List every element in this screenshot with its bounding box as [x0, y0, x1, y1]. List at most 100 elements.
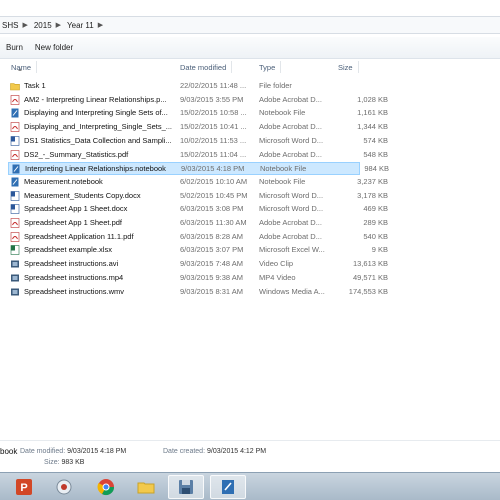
file-date-modified: 5/02/2015 10:45 PM — [180, 190, 248, 200]
chrome-icon[interactable] — [88, 475, 124, 499]
explorer-icon[interactable] — [168, 475, 204, 499]
file-row[interactable]: DS1 Statistics_Data Collection and Sampl… — [8, 135, 388, 148]
breadcrumb-year11[interactable]: Year 11 — [67, 21, 94, 30]
file-row[interactable]: Interpreting Linear Relationships.notebo… — [8, 162, 389, 176]
notebook-icon — [10, 177, 20, 187]
file-date-modified: 6/02/2015 10:10 AM — [180, 176, 248, 186]
file-row[interactable]: Spreadsheet example.xlsx 6/03/2015 3:07 P… — [8, 244, 388, 257]
file-name: Spreadsheet App 1 Sheet.pdf — [24, 218, 122, 227]
pdf-icon — [10, 231, 20, 242]
folder-icon[interactable] — [128, 475, 164, 499]
file-date-modified: 15/02/2015 10:41 ... — [180, 122, 247, 132]
file-date-modified: 6/03/2015 11:30 AM — [180, 218, 247, 227]
file-row[interactable]: Spreadsheet Application 11.1.pdf 6/03/201… — [8, 231, 388, 244]
file-date-modified: 6/03/2015 3:08 PM — [180, 204, 244, 214]
file-size: 13,613 KB — [352, 259, 388, 269]
column-header-row: Name Date modified Type Size — [0, 60, 500, 76]
file-size: 1,161 KB — [357, 108, 388, 118]
file-size: 1,028 KB — [357, 94, 388, 104]
file-name: Displaying and Interpreting Single Sets … — [24, 108, 168, 118]
file-size: 289 KB — [363, 218, 388, 227]
file-name: AM2 - Interpreting Linear Relationships.… — [24, 94, 167, 104]
file-size: 548 KB — [363, 149, 388, 159]
file-row[interactable]: Spreadsheet App 1 Sheet.pdf 6/03/2015 11:… — [8, 217, 388, 230]
file-row[interactable]: Displaying and Interpreting Single Sets … — [8, 107, 388, 120]
file-date-modified: 9/03/2015 3:55 PM — [180, 94, 244, 104]
breadcrumb-2015[interactable]: 2015 — [34, 21, 52, 30]
pdf-icon — [10, 122, 20, 132]
details-created-label: Date created: — [163, 448, 206, 455]
file-row[interactable]: AM2 - Interpreting Linear Relationships.… — [8, 94, 388, 107]
file-name: Interpreting Linear Relationships.notebo… — [25, 164, 166, 174]
address-bar[interactable]: SHS ▶ 2015 ▶ Year 11 ▶ — [0, 16, 500, 34]
file-date-modified: 10/02/2015 11:53 ... — [180, 135, 247, 145]
breadcrumb-root[interactable]: SHS — [2, 21, 18, 30]
file-size: 469 KB — [363, 204, 388, 214]
file-row[interactable]: Measurement.notebook 6/02/2015 10:10 AM No… — [8, 176, 388, 189]
file-name: Displaying_and_Interpreting_Single_Sets_… — [24, 122, 173, 132]
file-size: 174,553 KB — [348, 286, 388, 296]
file-size: 984 KB — [364, 164, 389, 174]
file-row[interactable]: Spreadsheet App 1 Sheet.docx 6/03/2015 3:… — [8, 203, 388, 216]
file-date-modified: 15/02/2015 10:58 ... — [180, 108, 247, 118]
svg-text:P: P — [20, 482, 27, 494]
details-filename: book — [0, 447, 18, 456]
file-size: 49,571 KB — [352, 272, 388, 282]
file-row[interactable]: Task 1 22/02/2015 11:48 ... File folder — [8, 80, 360, 93]
pdf-icon — [10, 94, 20, 105]
details-modified-label: Date modified: — [20, 448, 66, 455]
file-row[interactable]: Spreadsheet instructions.wmv 9/03/2015 8:… — [8, 286, 388, 299]
command-bar: Burn New folder — [0, 37, 500, 59]
details-modified: Date modified: 9/03/2015 4:18 PM — [20, 448, 126, 455]
file-size: 540 KB — [363, 231, 388, 241]
burn-button[interactable]: Burn — [0, 40, 29, 55]
chevron-right-icon[interactable]: ▶ — [22, 21, 27, 29]
word-icon — [10, 135, 20, 146]
column-header-name[interactable]: Name — [11, 61, 38, 73]
excel-icon — [10, 245, 20, 256]
powerpoint-icon[interactable]: P — [6, 475, 42, 499]
file-name: Spreadsheet instructions.avi — [24, 259, 119, 269]
column-header-type[interactable]: Type — [259, 61, 282, 73]
file-name: Spreadsheet Application 11.1.pdf — [24, 231, 134, 241]
notebook-icon — [10, 108, 20, 118]
file-size: 1,344 KB — [357, 122, 388, 132]
file-date-modified: 9/03/2015 7:48 AM — [180, 259, 243, 269]
chevron-right-icon[interactable]: ▶ — [56, 21, 61, 29]
file-date-modified: 22/02/2015 11:48 ... — [180, 81, 247, 90]
file-size: 574 KB — [363, 135, 388, 145]
pdf-icon — [10, 149, 20, 160]
new-folder-button[interactable]: New folder — [29, 40, 79, 55]
file-row[interactable]: Displaying_and_Interpreting_Single_Sets_… — [8, 121, 388, 134]
file-row[interactable]: Spreadsheet instructions.avi 9/03/2015 7:… — [8, 258, 388, 271]
notebook-icon[interactable] — [210, 475, 246, 499]
file-date-modified: 6/03/2015 8:28 AM — [180, 231, 243, 241]
pdf-icon — [10, 218, 20, 228]
details-size-label: Size: — [44, 459, 60, 466]
file-size: 9 KB — [371, 245, 388, 255]
file-row[interactable]: Measurement_Students Copy.docx 5/02/2015 … — [8, 190, 388, 203]
file-size: 3,237 KB — [357, 176, 388, 186]
chevron-right-icon[interactable]: ▶ — [98, 21, 103, 29]
word-icon — [10, 190, 20, 201]
details-size: Size: 983 KB — [44, 459, 84, 466]
file-name: Spreadsheet instructions.wmv — [24, 286, 125, 296]
file-date-modified: 9/03/2015 9:38 AM — [180, 272, 243, 282]
file-name: Measurement_Students Copy.docx — [24, 190, 141, 200]
notebook-icon — [11, 164, 21, 174]
details-size-value: 983 KB — [61, 459, 85, 466]
details-modified-value: 9/03/2015 4:18 PM — [67, 448, 127, 455]
details-created: Date created: 9/03/2015 4:12 PM — [163, 448, 266, 455]
column-header-size[interactable]: Size — [338, 61, 359, 73]
file-row[interactable]: Spreadsheet instructions.mp4 9/03/2015 9:… — [8, 272, 388, 285]
details-pane: book Date modified: 9/03/2015 4:18 PM Da… — [0, 440, 500, 472]
file-name: Spreadsheet App 1 Sheet.docx — [24, 204, 128, 214]
video-icon — [10, 259, 20, 269]
video-icon — [10, 273, 20, 283]
explorer-window: SHS ▶ 2015 ▶ Year 11 ▶ Burn New folder ▲… — [0, 0, 500, 472]
column-header-date[interactable]: Date modified — [180, 61, 233, 73]
file-row[interactable]: DS2_-_Summary_Statistics.pdf 15/02/2015 1… — [8, 149, 388, 162]
file-date-modified: 9/03/2015 8:31 AM — [180, 286, 243, 296]
media-icon[interactable] — [46, 475, 82, 499]
video-icon — [10, 287, 20, 297]
